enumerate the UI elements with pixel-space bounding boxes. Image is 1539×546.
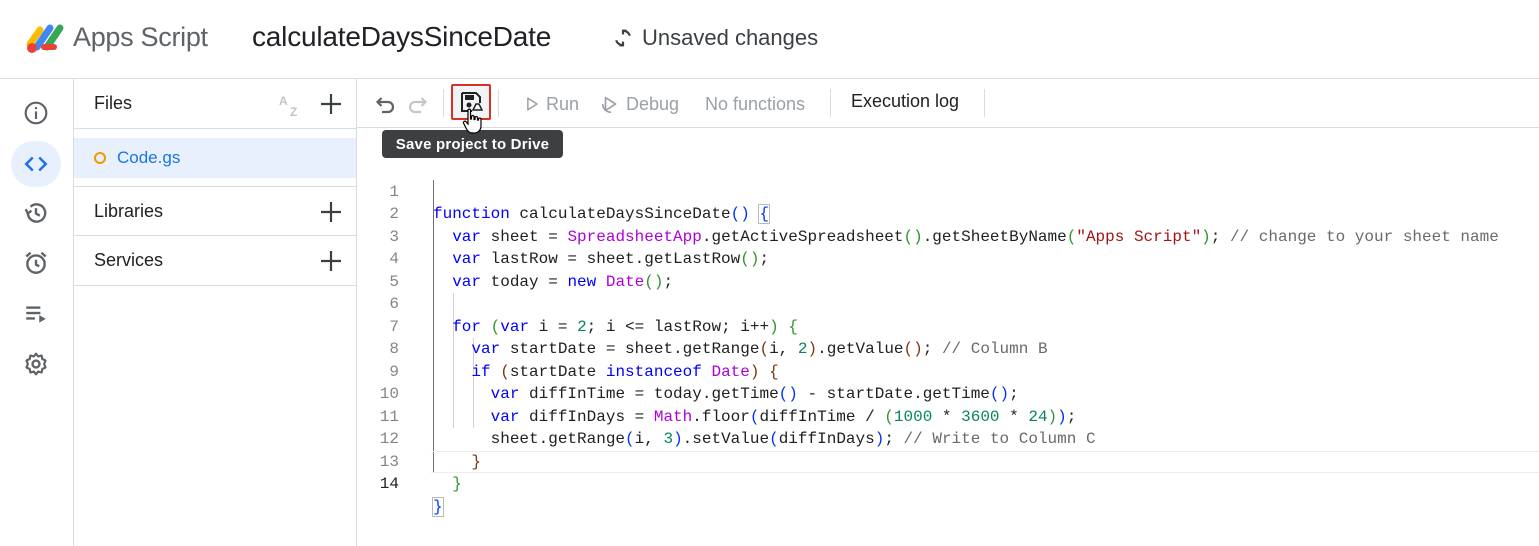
code-line: 13 } bbox=[357, 428, 1539, 494]
code-line: 6 for (var i = 2; i <= lastRow; i++) { bbox=[357, 271, 1539, 336]
apps-script-logo-icon bbox=[26, 24, 64, 53]
code-line: 2 var sheet = SpreadsheetApp.getActiveSp… bbox=[357, 181, 1539, 246]
code-line: 4 var today = new Date(); bbox=[357, 226, 1539, 291]
code-line: 7 var startDate = sheet.getRange(i, 2).g… bbox=[357, 293, 1539, 359]
code-line: 5 bbox=[357, 248, 1539, 291]
file-item-code-gs[interactable]: Code.gs bbox=[74, 138, 356, 178]
play-icon bbox=[527, 97, 538, 111]
libraries-row: Libraries bbox=[74, 186, 356, 236]
code-line: 11 sheet.getRange(i, 3).setValue(diffInD… bbox=[357, 383, 1539, 449]
rail-triggers-button[interactable] bbox=[11, 240, 61, 286]
az-sort-icon[interactable]: A Z bbox=[278, 92, 304, 118]
toolbar-divider bbox=[498, 89, 499, 117]
code-icon bbox=[24, 156, 48, 172]
alarm-icon bbox=[25, 251, 47, 274]
save-status-label: Unsaved changes bbox=[642, 25, 819, 50]
code-line: 10 var diffInDays = Math.floor(diffInTim… bbox=[357, 361, 1539, 426]
services-label: Services bbox=[94, 250, 164, 270]
code-editor[interactable]: 1 function calculateDaysSinceDate() { 2 … bbox=[357, 158, 1539, 546]
rail-overview-button[interactable] bbox=[11, 90, 61, 136]
line-number: 14 bbox=[379, 475, 399, 493]
gear-icon bbox=[25, 352, 47, 376]
editor-toolbar: Run Debug No functions Execution log bbox=[357, 79, 1539, 128]
toolbar-divider bbox=[984, 89, 985, 117]
svg-text:Z: Z bbox=[290, 105, 297, 118]
executions-icon bbox=[26, 306, 46, 323]
toolbar-divider bbox=[443, 89, 444, 117]
files-panel: Files A Z Code.gs Libraries Services bbox=[74, 79, 357, 546]
file-name: Code.gs bbox=[117, 148, 181, 167]
debug-button[interactable]: Debug bbox=[600, 91, 679, 117]
files-header: Files A Z bbox=[74, 79, 356, 129]
add-library-icon[interactable] bbox=[318, 199, 344, 225]
history-icon bbox=[24, 203, 47, 223]
function-select-label: No functions bbox=[705, 93, 806, 114]
run-label: Run bbox=[546, 93, 580, 114]
unsaved-dot-icon bbox=[94, 152, 106, 164]
save-tooltip: Save project to Drive bbox=[382, 130, 563, 158]
info-icon bbox=[24, 101, 48, 125]
run-button[interactable]: Run bbox=[522, 91, 579, 117]
rail-executions-button[interactable] bbox=[11, 291, 61, 337]
rail-history-button[interactable] bbox=[11, 190, 61, 236]
sync-icon bbox=[615, 29, 631, 47]
debug-label: Debug bbox=[626, 93, 680, 114]
services-row: Services bbox=[74, 236, 356, 286]
code-line: 9 var diffInTime = today.getTime() - sta… bbox=[357, 338, 1539, 404]
redo-button[interactable] bbox=[407, 91, 431, 117]
rail-editor-button[interactable] bbox=[11, 141, 61, 187]
undo-icon bbox=[375, 97, 395, 114]
add-file-icon[interactable] bbox=[318, 91, 344, 117]
app-header: Apps Script calculateDaysSinceDate Unsav… bbox=[0, 0, 1539, 79]
code-text: } bbox=[452, 475, 462, 493]
execution-log-button[interactable]: Execution log bbox=[851, 91, 959, 112]
code-line: 1 function calculateDaysSinceDate() { bbox=[357, 158, 1539, 224]
files-label: Files bbox=[94, 93, 133, 113]
redo-icon bbox=[408, 97, 428, 114]
hand-cursor-icon bbox=[462, 108, 482, 134]
undo-button[interactable] bbox=[372, 91, 396, 117]
app-name[interactable]: Apps Script bbox=[73, 22, 208, 53]
save-status: Unsaved changes bbox=[612, 25, 818, 51]
add-service-icon[interactable] bbox=[318, 248, 344, 274]
left-rail bbox=[0, 79, 74, 546]
code-line: 8 if (startDate instanceof Date) { bbox=[357, 316, 1539, 381]
code-line: 3 var lastRow = sheet.getLastRow(); bbox=[357, 203, 1539, 269]
rail-settings-button[interactable] bbox=[11, 341, 61, 387]
function-select[interactable]: No functions bbox=[705, 91, 805, 117]
code-line: 12 } bbox=[357, 406, 1539, 471]
toolbar-divider bbox=[830, 89, 831, 117]
svg-text:A: A bbox=[279, 94, 288, 108]
libraries-label: Libraries bbox=[94, 200, 164, 221]
project-title[interactable]: calculateDaysSinceDate bbox=[252, 21, 551, 53]
debug-icon bbox=[601, 96, 617, 114]
code-text: } bbox=[432, 496, 444, 517]
code-line: 14 } bbox=[357, 451, 1539, 517]
